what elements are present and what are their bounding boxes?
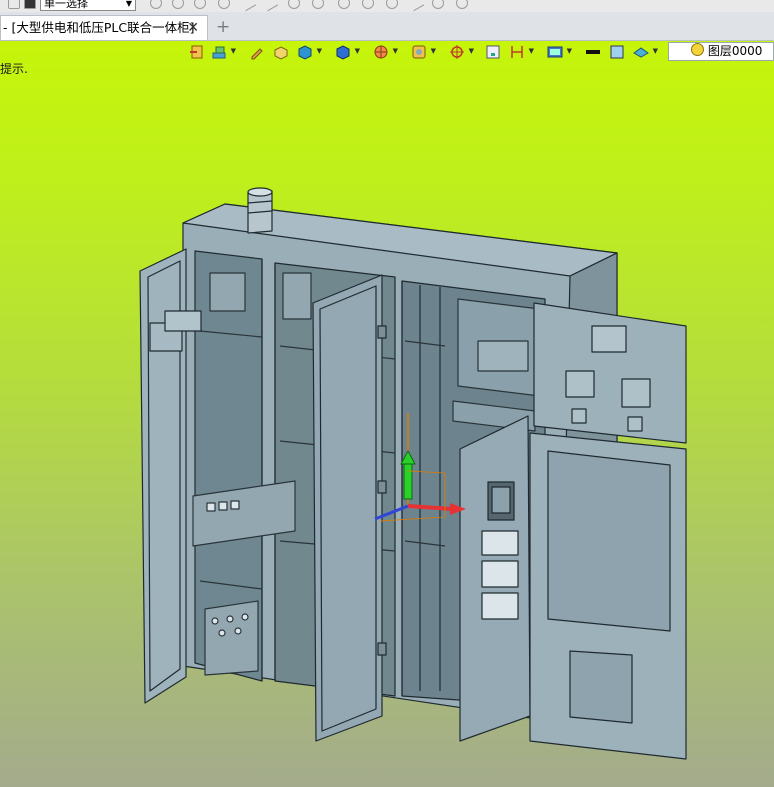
- tool-icon[interactable]: [432, 0, 444, 9]
- 3d-viewport[interactable]: 提示. ▼ ▼ ▼ ▼ ▼ ▼ ▼ ▼ ▼ 图层0000: [0, 41, 774, 787]
- pencil-icon[interactable]: [249, 44, 265, 60]
- slash-icon[interactable]: [407, 0, 425, 12]
- fan-unit: [209, 272, 246, 312]
- exit-icon[interactable]: [189, 44, 205, 60]
- dimension-icon[interactable]: ▼: [509, 44, 534, 60]
- selection-mode-value: 单一选择: [44, 0, 88, 10]
- cursor-icon[interactable]: [150, 0, 162, 9]
- display-icon[interactable]: ▼: [547, 44, 572, 60]
- cube-icon[interactable]: ▼: [297, 44, 322, 60]
- nameplate: [591, 325, 627, 353]
- new-tab-button[interactable]: +: [216, 17, 230, 37]
- document-tab[interactable]: - [大型供电和低压PLC联合一体柜] ✕: [0, 15, 208, 40]
- line-weight-icon[interactable]: [585, 44, 601, 60]
- right-door-plate: [569, 650, 633, 724]
- box-icon[interactable]: [273, 44, 289, 60]
- layer-visible-icon[interactable]: [691, 43, 704, 56]
- middle-door: [312, 274, 383, 742]
- chevron-down-icon: ▼: [125, 0, 132, 8]
- right-door-upper: [533, 302, 687, 444]
- circle-icon[interactable]: [288, 0, 300, 9]
- toolbar-icon[interactable]: [8, 0, 20, 9]
- cabinet-3d-model[interactable]: [0, 41, 774, 787]
- document-tab-title: - [大型供电和低压PLC联合一体柜]: [3, 20, 195, 35]
- render-icon[interactable]: ▼: [373, 44, 398, 60]
- layers-icon[interactable]: ▼: [211, 44, 236, 60]
- right-door-window: [547, 450, 671, 632]
- meter-2: [621, 378, 651, 408]
- color-swatch-icon[interactable]: [609, 44, 625, 60]
- curve-icon[interactable]: [362, 0, 374, 9]
- filter-icon[interactable]: [172, 0, 184, 9]
- stop-icon[interactable]: [24, 0, 36, 9]
- angle-icon[interactable]: [386, 0, 398, 9]
- selection-mode-select[interactable]: 单一选择 ▼: [40, 0, 136, 11]
- close-icon[interactable]: ✕: [187, 16, 199, 40]
- document-tab-bar: - [大型供电和低压PLC联合一体柜] ✕ +: [0, 12, 774, 41]
- snap-icon[interactable]: [218, 0, 230, 9]
- plc-modules: [477, 340, 529, 372]
- layer-select[interactable]: 图层0000: [668, 42, 774, 61]
- shading-icon[interactable]: ▼: [335, 44, 360, 60]
- arrow-icon[interactable]: [261, 0, 279, 12]
- meter-1: [565, 370, 595, 398]
- cable-box: [204, 600, 259, 676]
- status-hint: 提示.: [0, 62, 28, 76]
- view-icon[interactable]: ▼: [411, 44, 436, 60]
- material-icon[interactable]: ▼: [633, 44, 658, 60]
- rotate-icon[interactable]: [312, 0, 324, 9]
- beacon-light: [247, 187, 273, 234]
- layer-name: 图层0000: [707, 44, 763, 58]
- tool-icon[interactable]: [456, 0, 468, 9]
- breaker: [282, 272, 312, 320]
- pin-icon[interactable]: [338, 0, 350, 9]
- line-icon[interactable]: [239, 0, 257, 12]
- frame-icon[interactable]: [485, 44, 501, 60]
- record-icon[interactable]: [194, 0, 206, 9]
- crosshair-icon[interactable]: ▼: [449, 44, 474, 60]
